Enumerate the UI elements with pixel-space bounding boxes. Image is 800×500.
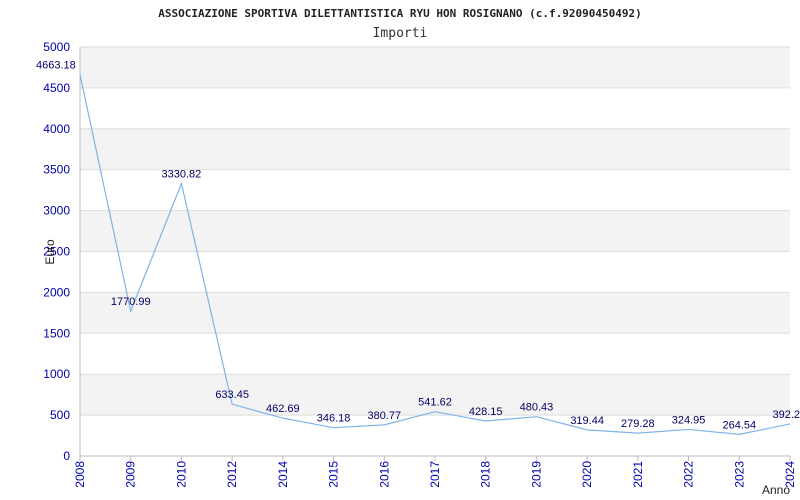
x-tick-label: 2015: [327, 461, 341, 488]
data-label: 319.44: [570, 415, 604, 427]
data-label: 480.43: [520, 402, 554, 414]
chart-subtitle: Importi: [373, 26, 428, 41]
data-label: 541.62: [418, 397, 452, 409]
chart-title: ASSOCIAZIONE SPORTIVA DILETTANTISTICA RY…: [158, 7, 641, 20]
y-axis-label: Euro: [43, 239, 57, 265]
data-label: 633.45: [215, 389, 249, 401]
grid-band: [80, 292, 790, 334]
x-tick-label: 2021: [631, 461, 645, 488]
x-tick-label: 2008: [73, 461, 87, 488]
y-tick-label: 1000: [43, 367, 70, 381]
data-label: 279.28: [621, 418, 655, 430]
grid-band: [80, 374, 790, 416]
y-tick-label: 3000: [43, 204, 70, 218]
data-label: 4663.18: [36, 60, 76, 72]
x-tick-label: 2023: [732, 461, 746, 488]
x-tick-label: 2009: [124, 461, 138, 488]
x-tick-label: 2020: [580, 461, 594, 488]
x-tick-label: 2010: [174, 461, 188, 488]
data-label: 462.69: [266, 403, 300, 415]
line-chart: 0500100015002000250030003500400045005000…: [36, 7, 800, 497]
y-tick-label: 500: [50, 408, 70, 422]
plot-background-bands: [80, 47, 790, 416]
data-label: 1770.99: [111, 296, 151, 308]
x-tick-label: 2019: [529, 461, 543, 488]
x-tick-label: 2014: [276, 461, 290, 488]
x-tick-label: 2017: [428, 461, 442, 488]
x-tick-label: 2018: [479, 461, 493, 488]
x-axis-label: Anno: [762, 483, 790, 497]
y-tick-label: 0: [63, 449, 70, 463]
y-tick-label: 3500: [43, 163, 70, 177]
data-label: 428.15: [469, 406, 503, 418]
grid-band: [80, 47, 790, 88]
y-tick-label: 4000: [43, 122, 70, 136]
y-tick-label: 1500: [43, 326, 70, 340]
data-label: 3330.82: [162, 169, 202, 181]
x-tick-label: 2022: [682, 461, 696, 488]
data-label: 392.2: [772, 409, 800, 421]
y-tick-label: 5000: [43, 40, 70, 54]
x-tick-labels: 2008 2009 2010 2012 2014 2015 2016 2017 2018 2019…: [73, 461, 797, 488]
data-label: 346.18: [317, 413, 351, 425]
data-label: 324.95: [672, 414, 706, 426]
data-label: 264.54: [722, 419, 756, 431]
x-tick-label: 2016: [377, 461, 391, 488]
y-tick-label: 2000: [43, 285, 70, 299]
data-label: 380.77: [367, 410, 401, 422]
grid-band: [80, 128, 790, 170]
y-tick-label: 4500: [43, 81, 70, 95]
x-tick-label: 2012: [225, 461, 239, 488]
grid-band: [80, 210, 790, 252]
